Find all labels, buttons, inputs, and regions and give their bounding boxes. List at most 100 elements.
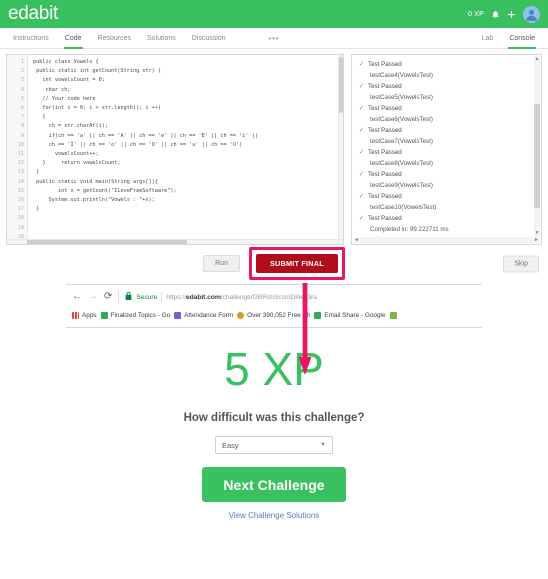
console-vertical-scrollbar[interactable]: ▲ ▼ [534,56,540,237]
reload-icon[interactable]: ⟳ [104,292,112,302]
tab-instructions[interactable]: Instructions [6,28,56,48]
line-number: 17 [17,206,24,213]
console-entry: ✓ Test Passed [358,191,531,202]
check-icon: ✓ [358,215,365,222]
console-panel: ✓ Test Passed testCase4(VowelsTest) ✓ Te… [351,54,542,245]
editor-hscroll-thumb[interactable] [27,240,187,244]
editor-scroll-thumb[interactable] [339,57,343,113]
line-number: 2 [20,68,24,75]
challenge-tabbar: Instructions Code Resources Solutions Di… [0,28,548,49]
code-line: } [33,169,40,176]
tab-resources[interactable]: Resources [91,28,138,48]
bookmark-item[interactable]: Finalized Topics - Go [100,311,170,319]
check-icon: ✓ [358,61,365,68]
back-icon[interactable]: ← [72,292,82,302]
tab-solutions[interactable]: Solutions [140,28,183,48]
address-bar[interactable]: Secure https://edabit.com/challenge/GBRs… [118,289,476,305]
overflow-menu-icon[interactable]: ••• [268,34,279,43]
url-scheme: https:// [166,293,186,301]
tab-discussion[interactable]: Discussion [185,28,233,48]
sheets-icon [100,311,108,319]
test-status: Test Passed [368,193,402,200]
submit-final-highlight: SUBMIT FINAL [248,247,345,280]
code-line: ch = str.charAt(i); [33,123,108,130]
line-number: 7 [20,114,24,121]
code-line: char ch; [33,86,71,93]
console-entry: ✓ Test Passed [358,213,531,224]
docs-icon [389,311,397,319]
header-right-group: 0 XP [468,5,540,23]
line-number-gutter: 1 2 3 4 5 6 7 8 9 10 11 12 13 14 15 16 1… [7,55,28,244]
lock-icon [125,292,132,302]
avatar[interactable] [523,5,540,23]
line-number: 4 [20,86,24,93]
check-icon: ✓ [358,83,365,90]
bookmark-item[interactable] [389,311,397,319]
scroll-left-icon[interactable]: ◄ [353,237,360,243]
tab-console[interactable]: Console [502,28,542,49]
line-number: 10 [17,141,24,148]
work-area: 1 2 3 4 5 6 7 8 9 10 11 12 13 14 15 16 1… [0,49,548,245]
bell-icon[interactable] [491,10,500,19]
next-challenge-button[interactable]: Next Challenge [202,467,346,502]
code-line: // Your code here [33,95,96,102]
bookmark-item[interactable]: Over 390,052 Free Ph [237,311,311,319]
line-number: 6 [20,105,24,112]
line-number: 12 [17,160,24,167]
code-line: public static void main(String args[]){ [33,178,158,185]
scroll-down-icon[interactable]: ▼ [534,230,540,237]
code-text-area[interactable]: public class Vowels { public static int … [28,55,343,244]
omnibox-divider [161,292,163,302]
check-icon: ✓ [358,149,365,156]
bookmark-label: Over 390,052 Free Ph [247,311,311,319]
line-number: 5 [20,95,24,102]
skip-button[interactable]: Skip [503,255,539,272]
submit-final-button[interactable]: SUBMIT FINAL [255,254,338,273]
scroll-right-icon[interactable]: ► [533,237,540,243]
test-detail: testCase9(VowelsTest) [370,182,433,189]
line-number: 16 [17,197,24,204]
tab-lab[interactable]: Lab [475,28,501,48]
check-icon: ✓ [358,193,365,200]
test-detail: testCase8(VowelsTest) [370,160,433,167]
console-entry: ✓ Test Passed [358,125,531,136]
line-number: 19 [17,224,24,231]
apps-grid-icon [72,311,79,319]
sheets-icon [314,311,322,319]
console-horizontal-scrollbar[interactable]: ◄ ► [353,237,540,243]
plus-icon[interactable] [507,10,516,19]
bookmark-item[interactable]: Attendance Form [174,311,234,319]
check-icon: ✓ [358,127,365,134]
brand-logo[interactable]: edabit [8,3,58,25]
bookmark-apps[interactable]: Apps [72,311,97,319]
tab-code[interactable]: Code [58,28,89,49]
run-button[interactable]: Run [203,255,240,272]
line-number: 9 [20,132,24,139]
test-detail: testCase4(VowelsTest) [370,72,433,79]
editor-horizontal-scrollbar[interactable] [7,239,343,244]
completion-time: Completed in: 99.222711 ms [370,226,449,233]
forms-icon [174,311,182,319]
console-entry: ✓ Test Passed [358,103,531,114]
test-status: Test Passed [368,83,402,90]
result-panel: 5 XP How difficult was this challenge? E… [0,328,548,520]
code-editor[interactable]: 1 2 3 4 5 6 7 8 9 10 11 12 13 14 15 16 1… [6,54,344,245]
bookmark-item[interactable]: Email Share - Google [314,311,386,319]
view-challenge-solutions-link[interactable]: View Challenge Solutions [0,511,548,520]
secure-label: Secure [136,293,158,301]
console-scroll-thumb[interactable] [534,104,540,208]
difficulty-select[interactable]: Easy ▼ [215,436,333,454]
url-path: /challenge/GBRshScsmDi9ek3ra [220,293,317,301]
test-status: Test Passed [368,61,402,68]
bookmarks-bar: Apps Finalized Topics - Go Attendance Fo… [66,307,482,323]
test-detail: testCase5(VowelsTest) [370,94,433,101]
bookmark-label: Email Share - Google [324,311,386,319]
difficulty-value: Easy [222,440,239,450]
code-line: { [33,114,46,121]
scroll-up-icon[interactable]: ▲ [534,56,540,63]
url-text: https://edabit.com/challenge/GBRshScsmDi… [166,294,317,301]
bookmark-label: Attendance Form [184,311,234,319]
editor-vertical-scrollbar[interactable] [338,55,343,244]
line-number: 8 [20,123,24,130]
code-line: int x = getCount("ILoveFreeSoftware"); [33,187,177,194]
